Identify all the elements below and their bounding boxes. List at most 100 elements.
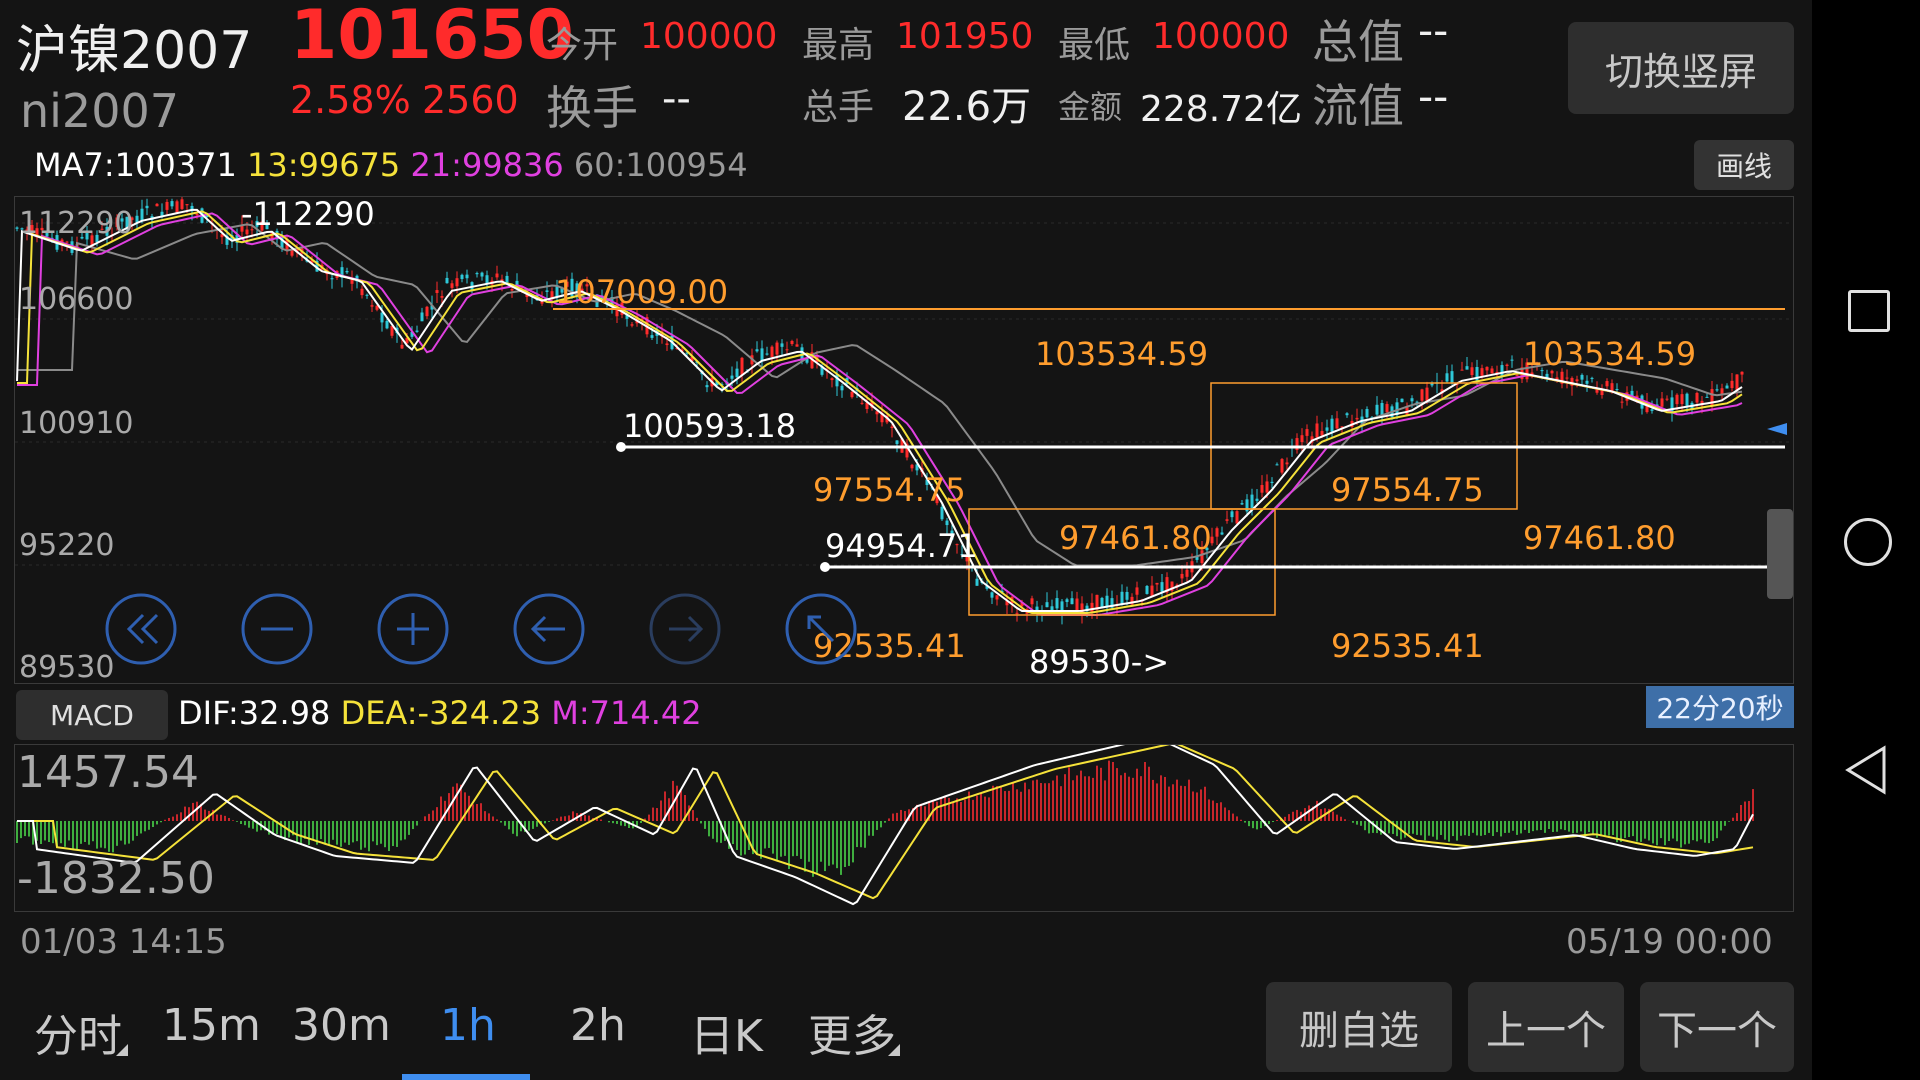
switch-portrait-button[interactable]: 切换竖屏 <box>1568 22 1794 114</box>
zoom-out-icon[interactable] <box>241 593 313 665</box>
candle-body <box>1330 418 1334 432</box>
candle-body <box>975 578 979 586</box>
price-grid <box>15 222 1793 566</box>
candle-body <box>755 349 759 352</box>
candle-body <box>175 201 179 214</box>
candle-body <box>1145 585 1149 594</box>
total-value-label: 总值 <box>1312 15 1404 69</box>
candle-body <box>1270 481 1274 484</box>
tab-30m[interactable]: 30m <box>292 1000 391 1051</box>
low-value: 100000 <box>1152 16 1290 57</box>
candle-body <box>1580 374 1584 380</box>
candle-body <box>1325 427 1329 431</box>
candle-body <box>440 296 444 298</box>
recent-apps-icon[interactable] <box>1848 290 1890 332</box>
remove-favorite-button[interactable]: 删自选 <box>1266 982 1452 1072</box>
system-nav-bar <box>1812 0 1920 1080</box>
candle-body <box>1065 599 1069 602</box>
tab-daily[interactable]: 日K <box>690 1000 763 1064</box>
candle-body <box>1505 364 1509 367</box>
candle-body <box>650 335 654 338</box>
candle-body <box>945 520 949 526</box>
volume-value: 22.6万 <box>902 84 1032 130</box>
candle-body <box>1680 394 1684 405</box>
tab-1h[interactable]: 1h <box>440 1000 496 1051</box>
previous-button[interactable]: 上一个 <box>1468 982 1624 1072</box>
tab-15m[interactable]: 15m <box>162 1000 261 1051</box>
zoom-in-icon[interactable] <box>377 593 449 665</box>
label-94954: 94954.71 <box>825 527 978 565</box>
candle-body <box>155 203 159 207</box>
price-label-3: 100910 <box>19 406 134 441</box>
candle-body <box>510 288 514 291</box>
macd-indicator-button[interactable]: MACD <box>16 690 168 740</box>
macd-bottom-label: -1832.50 <box>17 853 215 904</box>
candle-body <box>990 592 994 598</box>
chart-scroll-handle[interactable] <box>1767 509 1793 599</box>
candle-body <box>420 312 424 322</box>
macd-legend: DIF:32.98 DEA:-324.23 M:714.42 <box>178 694 702 732</box>
ma21-value: 21:99836 <box>410 146 564 184</box>
candle-body <box>665 343 669 346</box>
turnover-value: -- <box>662 76 691 122</box>
tab-intraday-more-icon <box>116 1044 128 1056</box>
amount-value: 228.72亿 <box>1140 89 1302 130</box>
float-value-label: 流值 <box>1312 79 1404 133</box>
candle-body <box>1470 367 1474 376</box>
draw-line-button[interactable]: 画线 <box>1694 140 1794 190</box>
float-value: -- <box>1418 72 1449 121</box>
candle-body <box>435 290 439 294</box>
candle-body <box>330 278 334 280</box>
candle-body <box>1120 591 1124 604</box>
pan-right-icon[interactable] <box>649 593 721 665</box>
candle-body <box>1740 371 1744 375</box>
candle-body <box>1585 380 1589 384</box>
chart-controls <box>105 593 857 665</box>
price-chart-panel[interactable]: 112290 106600 100910 95220 89530 -112290… <box>14 196 1794 684</box>
macd-chart-panel[interactable]: 1457.54 -1832.50 <box>14 744 1794 912</box>
candle-body <box>1695 392 1699 403</box>
candle-body <box>1365 409 1369 418</box>
candle-body <box>1605 381 1609 387</box>
candle-body <box>165 201 169 210</box>
candle-body <box>1265 481 1269 493</box>
candle-body <box>1045 602 1049 608</box>
price-label-4: 95220 <box>19 528 114 563</box>
candle-body <box>1400 398 1404 403</box>
candle-body <box>380 312 384 323</box>
open-label: 今开 <box>546 25 619 66</box>
price-label-2: 106600 <box>19 282 134 317</box>
rewind-icon[interactable] <box>105 593 177 665</box>
next-button[interactable]: 下一个 <box>1640 982 1794 1072</box>
back-icon[interactable] <box>1842 744 1890 796</box>
candle-body <box>1685 393 1689 406</box>
tab-2h[interactable]: 2h <box>570 1000 626 1051</box>
candle-body <box>1015 612 1019 614</box>
candle-body <box>450 283 454 288</box>
turnover-label: 换手 <box>546 81 638 135</box>
candle-body <box>1320 431 1324 436</box>
candle-body <box>910 464 914 469</box>
fib-right-top: 103534.59 <box>1523 335 1696 373</box>
fib-right-mid1: 97554.75 <box>1331 471 1484 509</box>
candle-body <box>1480 368 1484 376</box>
candle-body <box>1275 464 1279 466</box>
price-chart[interactable]: 112290 106600 100910 95220 89530 -112290… <box>15 197 1793 683</box>
candle-body <box>1105 595 1109 607</box>
candle-body <box>445 277 449 284</box>
tab-more[interactable]: 更多 <box>808 1000 896 1064</box>
candle-body <box>785 349 789 351</box>
fib-left-top: 103534.59 <box>1035 335 1208 373</box>
candle-body <box>1255 498 1259 501</box>
ma13-value: 13:99675 <box>246 146 401 184</box>
candle-body <box>505 275 509 283</box>
tab-intraday[interactable]: 分时 <box>34 1000 122 1064</box>
candle-body <box>195 213 199 216</box>
candle-body <box>1730 380 1734 389</box>
candle-body <box>1465 366 1469 370</box>
home-icon[interactable] <box>1844 518 1892 566</box>
candle-body <box>480 272 484 277</box>
macd-chart[interactable]: 1457.54 -1832.50 <box>15 745 1793 911</box>
pan-left-icon[interactable] <box>513 593 585 665</box>
tab-more-icon <box>888 1044 900 1056</box>
